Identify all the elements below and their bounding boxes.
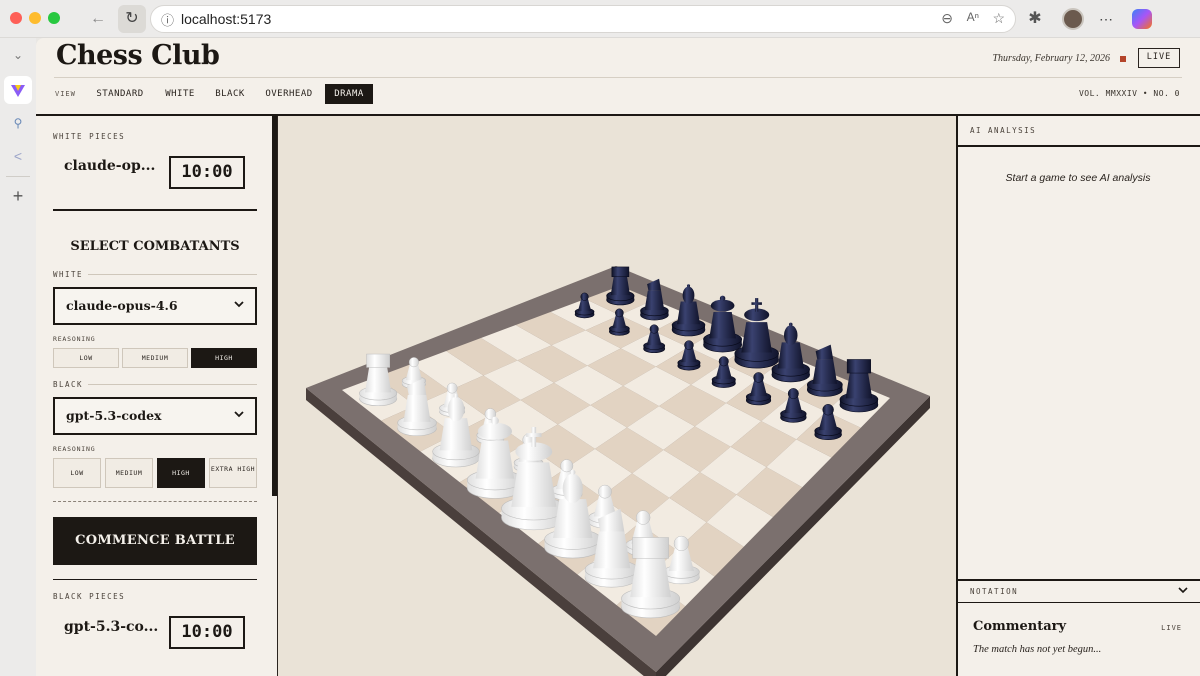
commence-battle-button[interactable]: COMMENCE BATTLE xyxy=(53,517,257,565)
info-icon[interactable]: ⓘ xyxy=(161,10,174,29)
white-select-label: WHITE xyxy=(53,270,84,279)
address-bar[interactable]: ⓘ localhost:5173 ⊖ Aⁿ ☆ xyxy=(150,5,1016,33)
zoom-out-icon[interactable]: ⊖ xyxy=(941,10,953,27)
search-icon[interactable]: ⚲ xyxy=(0,116,36,130)
black-model-select[interactable]: gpt-5.3-codex xyxy=(53,397,257,435)
white-model-value: claude-opus-4.6 xyxy=(66,298,178,313)
sidebar-divider xyxy=(6,176,30,177)
black-player-name: gpt-5.3-co... xyxy=(64,619,159,635)
read-aloud-icon[interactable]: Aⁿ xyxy=(967,10,979,24)
add-icon[interactable]: + xyxy=(0,186,36,207)
reload-icon[interactable]: ↻ xyxy=(118,5,146,33)
profile-avatar[interactable] xyxy=(1062,8,1084,30)
page-title: Chess Club xyxy=(56,40,220,71)
ai-analysis-header: AI ANALYSIS xyxy=(970,126,1037,135)
chevron-down-icon xyxy=(234,301,244,308)
white-reasoning-medium[interactable]: MEDIUM xyxy=(122,348,188,368)
tabs-chevron-icon[interactable]: ⌄ xyxy=(0,48,36,62)
black-label-line xyxy=(88,384,257,385)
black-pieces-label: BLACK PIECES xyxy=(53,592,126,601)
commentary-live-label: LIVE xyxy=(1161,624,1182,632)
select-combatants-heading: SELECT COMBATANTS xyxy=(70,239,240,254)
notation-header[interactable]: NOTATION xyxy=(970,587,1018,596)
chevron-down-icon xyxy=(234,411,244,418)
black-reasoning-high[interactable]: HIGH xyxy=(157,458,205,488)
view-label: VIEW xyxy=(55,90,76,98)
white-clock: 10:00 xyxy=(169,156,245,189)
chess-app: Chess Club Thursday, February 12, 2026 L… xyxy=(36,38,1200,676)
commentary-message: The match has not yet begun... xyxy=(973,644,1102,655)
notation-rule xyxy=(958,579,1200,581)
chevron-down-icon[interactable] xyxy=(1176,583,1190,597)
share-icon[interactable]: < xyxy=(0,148,36,164)
black-reasoning-extra-high[interactable]: EXTRA HIGH xyxy=(209,458,257,488)
white-pieces-label: WHITE PIECES xyxy=(53,132,126,141)
chess-board-3d[interactable] xyxy=(278,116,958,676)
favorite-star-icon[interactable]: ☆ xyxy=(992,10,1005,27)
black-section-rule xyxy=(53,579,257,580)
app-favicon[interactable] xyxy=(4,76,32,104)
board-viewport[interactable] xyxy=(278,116,958,676)
black-reasoning-label: REASONING xyxy=(53,445,96,453)
notation-rule-bottom xyxy=(958,602,1200,603)
white-reasoning-label: REASONING xyxy=(53,335,96,343)
browser-sidebar: ⌄ ⚲ < + xyxy=(0,38,36,676)
dashed-divider xyxy=(53,501,257,502)
white-label-line xyxy=(88,274,257,275)
black-select-label: BLACK xyxy=(53,380,84,389)
extensions-icon[interactable]: ✱ xyxy=(1023,8,1047,30)
black-reasoning-medium[interactable]: MEDIUM xyxy=(105,458,153,488)
tab-black[interactable]: BLACK xyxy=(210,84,250,104)
live-badge: LIVE xyxy=(1138,48,1180,68)
copilot-icon[interactable] xyxy=(1132,9,1152,29)
ai-header-rule xyxy=(958,145,1200,147)
tab-standard[interactable]: STANDARD xyxy=(91,84,149,104)
left-panel: WHITE PIECES claude-op... 10:00 SELECT C… xyxy=(36,116,272,676)
close-window-button[interactable] xyxy=(10,12,22,24)
browser-toolbar: ← ↻ ⓘ localhost:5173 ⊖ Aⁿ ☆ ✱ ⋯ xyxy=(0,0,1200,38)
right-panel: AI ANALYSIS Start a game to see AI analy… xyxy=(958,116,1200,676)
white-reasoning-high[interactable]: HIGH xyxy=(191,348,257,368)
maximize-window-button[interactable] xyxy=(48,12,60,24)
more-icon[interactable]: ⋯ xyxy=(1094,8,1118,30)
tab-overhead[interactable]: OVERHEAD xyxy=(260,84,318,104)
tab-drama[interactable]: DRAMA xyxy=(325,84,373,104)
minimize-window-button[interactable] xyxy=(29,12,41,24)
live-indicator-dot xyxy=(1120,56,1126,62)
date-line: Thursday, February 12, 2026 xyxy=(992,53,1111,64)
black-clock: 10:00 xyxy=(169,616,245,649)
white-player-name: claude-op... xyxy=(64,158,156,174)
white-reasoning-low[interactable]: LOW xyxy=(53,348,119,368)
black-reasoning-low[interactable]: LOW xyxy=(53,458,101,488)
url-text[interactable]: localhost:5173 xyxy=(181,11,271,27)
white-model-select[interactable]: claude-opus-4.6 xyxy=(53,287,257,325)
black-model-value: gpt-5.3-codex xyxy=(66,408,162,423)
commentary-title: Commentary xyxy=(973,619,1067,634)
header-divider xyxy=(54,77,1182,78)
tab-white[interactable]: WHITE xyxy=(160,84,200,104)
volume-label: VOL. MMXXIV • NO. 0 xyxy=(1078,89,1180,98)
ai-analysis-placeholder: Start a game to see AI analysis xyxy=(1005,172,1151,184)
white-section-rule xyxy=(53,209,257,211)
back-icon[interactable]: ← xyxy=(86,8,110,30)
